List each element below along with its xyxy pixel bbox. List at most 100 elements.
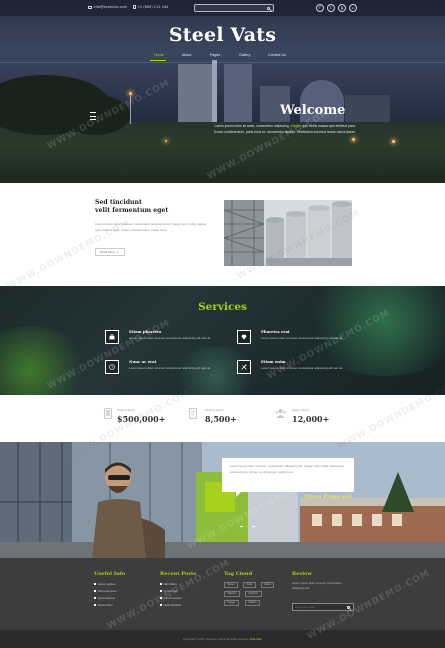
hero-building bbox=[178, 64, 212, 122]
slider-dot[interactable] bbox=[252, 526, 255, 528]
services-section: Services Etiam pharetra Lorem ipsum dolo… bbox=[0, 286, 445, 395]
hero-text: Lorem ipsum dolor sit amet, consectetur … bbox=[213, 124, 356, 134]
stat-value: 8,500+ bbox=[205, 414, 237, 424]
stat-label: Working Hours bbox=[205, 408, 224, 412]
search-input[interactable] bbox=[197, 6, 263, 11]
envelope-icon bbox=[88, 5, 92, 9]
nav-contact[interactable]: Contact Us bbox=[268, 53, 286, 57]
review-title: Review bbox=[292, 571, 312, 577]
footer-link[interactable]: Nulla tincidunt bbox=[160, 603, 181, 607]
email-contact[interactable]: info@example.com bbox=[88, 5, 127, 9]
tag-cloud-title: Tag Cloud bbox=[224, 571, 253, 577]
stat-value: 12,000+ bbox=[292, 414, 330, 424]
services-glow bbox=[300, 286, 445, 376]
footer-link[interactable]: Harum quidem bbox=[94, 582, 116, 586]
email-text: info@example.com bbox=[93, 5, 128, 9]
google-plus-icon[interactable]: g bbox=[338, 4, 346, 12]
nav-gallery[interactable]: Gallery bbox=[239, 53, 250, 57]
copyright-text: Copyright © 2017 Company name All rights… bbox=[183, 637, 250, 641]
stat-label: Projects Done bbox=[117, 408, 135, 412]
service-desc: Lorem ipsum dolor sit amet consectetur a… bbox=[261, 336, 344, 340]
footer-link[interactable]: Omnis dolor bbox=[94, 603, 113, 607]
useful-info-title: Useful Info bbox=[94, 571, 126, 577]
hero-title: Welcome bbox=[280, 103, 346, 118]
arrow-right-icon: ▸ bbox=[116, 250, 119, 254]
menu-icon[interactable] bbox=[90, 111, 98, 122]
search-icon[interactable] bbox=[266, 6, 270, 11]
stats-section: Projects Done $500,000+ Working Hours 8,… bbox=[0, 395, 445, 442]
testimonial-quote: Lorem ipsum dolor sit amet, consectetur … bbox=[230, 464, 345, 474]
document-icon bbox=[189, 408, 197, 419]
briefcase-icon[interactable] bbox=[105, 330, 119, 344]
footer-link[interactable]: Libero tempore bbox=[94, 589, 116, 593]
tag[interactable]: Vivamus bbox=[245, 591, 262, 597]
about-image bbox=[224, 200, 352, 266]
review-form bbox=[292, 603, 354, 611]
read-more-button[interactable]: Read More ▸ bbox=[95, 248, 125, 256]
tag[interactable]: Donec bbox=[224, 582, 239, 588]
phone-contact: +1 (800) 111 444 bbox=[133, 5, 168, 9]
clock-icon[interactable] bbox=[105, 360, 119, 374]
service-desc: Lorem ipsum dolor sit amet consectetur a… bbox=[129, 336, 212, 340]
diamond-icon[interactable] bbox=[237, 330, 251, 344]
copyright-link[interactable]: ACE Web bbox=[250, 637, 262, 641]
linkedin-icon[interactable]: in bbox=[349, 4, 357, 12]
nav-home[interactable]: Home bbox=[154, 53, 164, 57]
testimonial-section: Lorem ipsum dolor sit amet, consectetur … bbox=[0, 442, 445, 558]
phone-text: +1 (800) 111 444 bbox=[137, 5, 169, 9]
twitter-icon[interactable]: t bbox=[327, 4, 335, 12]
testimonial-name: Ultum Primo sed bbox=[304, 494, 352, 500]
copyright-bar: Copyright © 2017 Company name All rights… bbox=[0, 630, 445, 648]
tag[interactable]: Etiam bbox=[261, 582, 275, 588]
service-name: Pharetra erat bbox=[261, 329, 290, 334]
main-nav: Home About Pages Gallery Contact Us bbox=[140, 51, 305, 61]
about-text: Lorem ipsum dolor sit amet, consectetur … bbox=[95, 222, 207, 232]
service-name: Etiam pharetra bbox=[129, 329, 162, 334]
stat-value: $500,000+ bbox=[117, 414, 166, 424]
tag[interactable]: Maecen bbox=[224, 591, 240, 597]
nav-about[interactable]: About bbox=[182, 53, 191, 57]
nav-divider bbox=[0, 62, 445, 63]
services-title: Services bbox=[198, 301, 247, 313]
tag[interactable]: Integer bbox=[224, 600, 239, 606]
hero-pole bbox=[130, 94, 132, 124]
facebook-icon[interactable]: f bbox=[316, 4, 324, 12]
silo-illustration bbox=[224, 200, 352, 266]
tablet-icon bbox=[104, 408, 112, 419]
footer-link[interactable]: Ut enim ad bbox=[160, 589, 177, 593]
about-title: Sed tincidunt velit fermentum eget bbox=[95, 199, 169, 214]
tools-icon[interactable] bbox=[237, 360, 251, 374]
footer-link[interactable]: Quod maxime bbox=[94, 596, 115, 600]
hero-building bbox=[224, 64, 252, 122]
review-text: Lorem ipsum dolor sit amet, consectetur … bbox=[292, 581, 342, 590]
about-section: Sed tincidunt velit fermentum eget Lorem … bbox=[0, 183, 445, 286]
footer-link[interactable]: Donec tempus bbox=[160, 596, 182, 600]
review-email-input[interactable] bbox=[295, 605, 343, 610]
nav-pages[interactable]: Pages bbox=[210, 53, 220, 57]
tag[interactable]: Nullam bbox=[245, 600, 260, 606]
recent-posts-title: Recent Posts bbox=[160, 571, 197, 577]
footer: Useful Info Harum quidem Libero tempore … bbox=[0, 558, 445, 630]
testimonial-quote-box: Lorem ipsum dolor sit amet, consectetur … bbox=[222, 458, 354, 497]
slider-dots bbox=[240, 525, 262, 529]
slider-dot-active[interactable] bbox=[246, 526, 249, 528]
slider-dot[interactable] bbox=[240, 526, 243, 528]
top-bar: info@example.com +1 (800) 111 444 f t g … bbox=[0, 0, 445, 16]
hero-light bbox=[129, 92, 132, 95]
site-logo[interactable]: Steel Vats bbox=[150, 24, 295, 46]
hero-section: info@example.com +1 (800) 111 444 f t g … bbox=[0, 0, 445, 183]
tag[interactable]: Nulla bbox=[243, 582, 256, 588]
hero-light bbox=[165, 140, 167, 142]
service-desc: Lorem ipsum dolor sit amet consectetur a… bbox=[129, 366, 212, 370]
search-box bbox=[194, 4, 274, 12]
hero-pipe bbox=[212, 60, 217, 122]
users-icon bbox=[275, 409, 286, 418]
stat-label: Happy Clients bbox=[292, 408, 310, 412]
phone-icon bbox=[133, 5, 136, 9]
search-icon[interactable] bbox=[347, 605, 350, 609]
footer-link[interactable]: Nam libero bbox=[160, 582, 177, 586]
hero-light bbox=[352, 138, 355, 141]
service-name: Etiam enim bbox=[261, 359, 286, 364]
service-name: Nunc ac erat bbox=[129, 359, 157, 364]
service-desc: Lorem ipsum dolor sit amet consectetur a… bbox=[261, 366, 344, 370]
